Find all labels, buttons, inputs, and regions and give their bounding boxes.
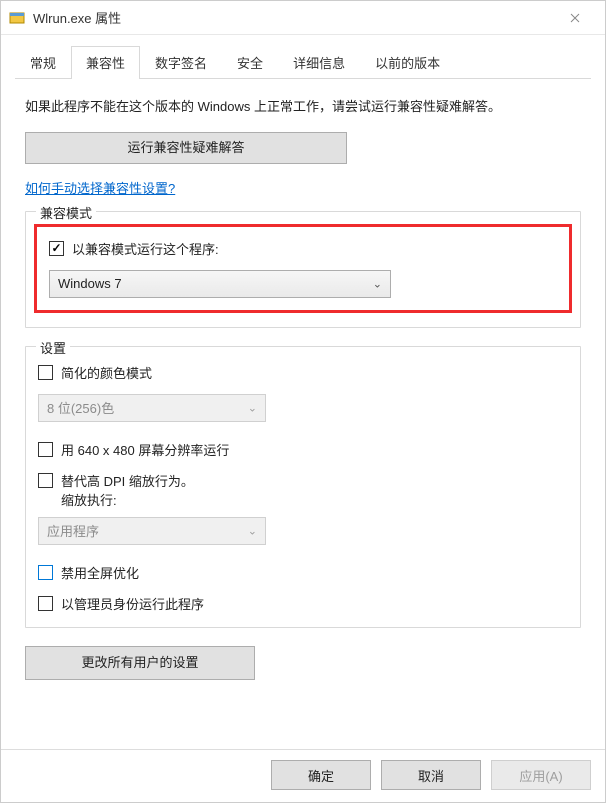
label-low-res: 用 640 x 480 屏幕分辨率运行 — [61, 440, 229, 459]
dialog-footer: 确定 取消 应用(A) — [1, 749, 605, 802]
label-dpi-override1: 替代高 DPI 缩放行为。 — [61, 471, 194, 490]
checkbox-run-admin[interactable] — [38, 596, 53, 611]
row-dpi-override: 替代高 DPI 缩放行为。 缩放执行: — [38, 471, 568, 509]
close-button[interactable] — [553, 3, 597, 33]
label-dpi-override2: 缩放执行: — [61, 490, 194, 509]
ok-button[interactable]: 确定 — [271, 760, 371, 790]
checkbox-dpi-override[interactable] — [38, 473, 53, 488]
chevron-down-icon: ⌄ — [248, 401, 257, 414]
group-title-settings: 设置 — [36, 338, 70, 357]
checkbox-disable-fullscreen[interactable] — [38, 565, 53, 580]
group-settings: 设置 简化的颜色模式 8 位(256)色 ⌄ 用 640 x 480 屏幕分辨率… — [25, 346, 581, 628]
tab-signature[interactable]: 数字签名 — [140, 46, 222, 79]
row-reduced-color: 简化的颜色模式 — [38, 363, 568, 382]
group-compat-mode: 兼容模式 以兼容模式运行这个程序: Windows 7 ⌄ — [25, 211, 581, 328]
highlight-box: 以兼容模式运行这个程序: Windows 7 ⌄ — [34, 224, 572, 313]
window-title: Wlrun.exe 属性 — [33, 8, 553, 27]
intro-text: 如果此程序不能在这个版本的 Windows 上正常工作，请尝试运行兼容性疑难解答… — [25, 97, 581, 118]
tab-security[interactable]: 安全 — [222, 46, 278, 79]
row-compat-run: 以兼容模式运行这个程序: — [49, 239, 557, 258]
row-disable-fullscreen: 禁用全屏优化 — [38, 563, 568, 582]
checkbox-low-res[interactable] — [38, 442, 53, 457]
checkbox-reduced-color[interactable] — [38, 365, 53, 380]
app-icon — [9, 10, 25, 26]
chevron-down-icon: ⌄ — [373, 277, 382, 290]
label-disable-fullscreen: 禁用全屏优化 — [61, 563, 139, 582]
tab-previous[interactable]: 以前的版本 — [360, 46, 455, 79]
change-all-users-button[interactable]: 更改所有用户的设置 — [25, 646, 255, 680]
titlebar: Wlrun.exe 属性 — [1, 1, 605, 35]
tab-panel-compatibility: 如果此程序不能在这个版本的 Windows 上正常工作，请尝试运行兼容性疑难解答… — [15, 79, 591, 749]
select-color-mode: 8 位(256)色 ⌄ — [38, 394, 266, 422]
tab-details[interactable]: 详细信息 — [278, 46, 360, 79]
label-run-admin: 以管理员身份运行此程序 — [61, 594, 204, 613]
content-area: 常规 兼容性 数字签名 安全 详细信息 以前的版本 如果此程序不能在这个版本的 … — [1, 35, 605, 749]
label-compat-mode: 以兼容模式运行这个程序: — [72, 239, 219, 258]
chevron-down-icon: ⌄ — [248, 524, 257, 537]
select-color-mode-value: 8 位(256)色 — [47, 398, 114, 417]
row-run-admin: 以管理员身份运行此程序 — [38, 594, 568, 613]
select-compat-os[interactable]: Windows 7 ⌄ — [49, 270, 391, 298]
group-title-compat: 兼容模式 — [36, 203, 96, 222]
troubleshoot-button[interactable]: 运行兼容性疑难解答 — [25, 132, 347, 164]
apply-button[interactable]: 应用(A) — [491, 760, 591, 790]
label-reduced-color: 简化的颜色模式 — [61, 363, 152, 382]
select-dpi-scaling-value: 应用程序 — [47, 521, 99, 540]
select-compat-os-value: Windows 7 — [58, 276, 122, 291]
tab-bar: 常规 兼容性 数字签名 安全 详细信息 以前的版本 — [15, 45, 591, 78]
row-low-res: 用 640 x 480 屏幕分辨率运行 — [38, 440, 568, 459]
select-dpi-scaling: 应用程序 ⌄ — [38, 517, 266, 545]
cancel-button[interactable]: 取消 — [381, 760, 481, 790]
checkbox-compat-mode[interactable] — [49, 241, 64, 256]
tab-compatibility[interactable]: 兼容性 — [71, 46, 140, 79]
tab-general[interactable]: 常规 — [15, 46, 71, 79]
manual-settings-link[interactable]: 如何手动选择兼容性设置? — [25, 178, 175, 197]
